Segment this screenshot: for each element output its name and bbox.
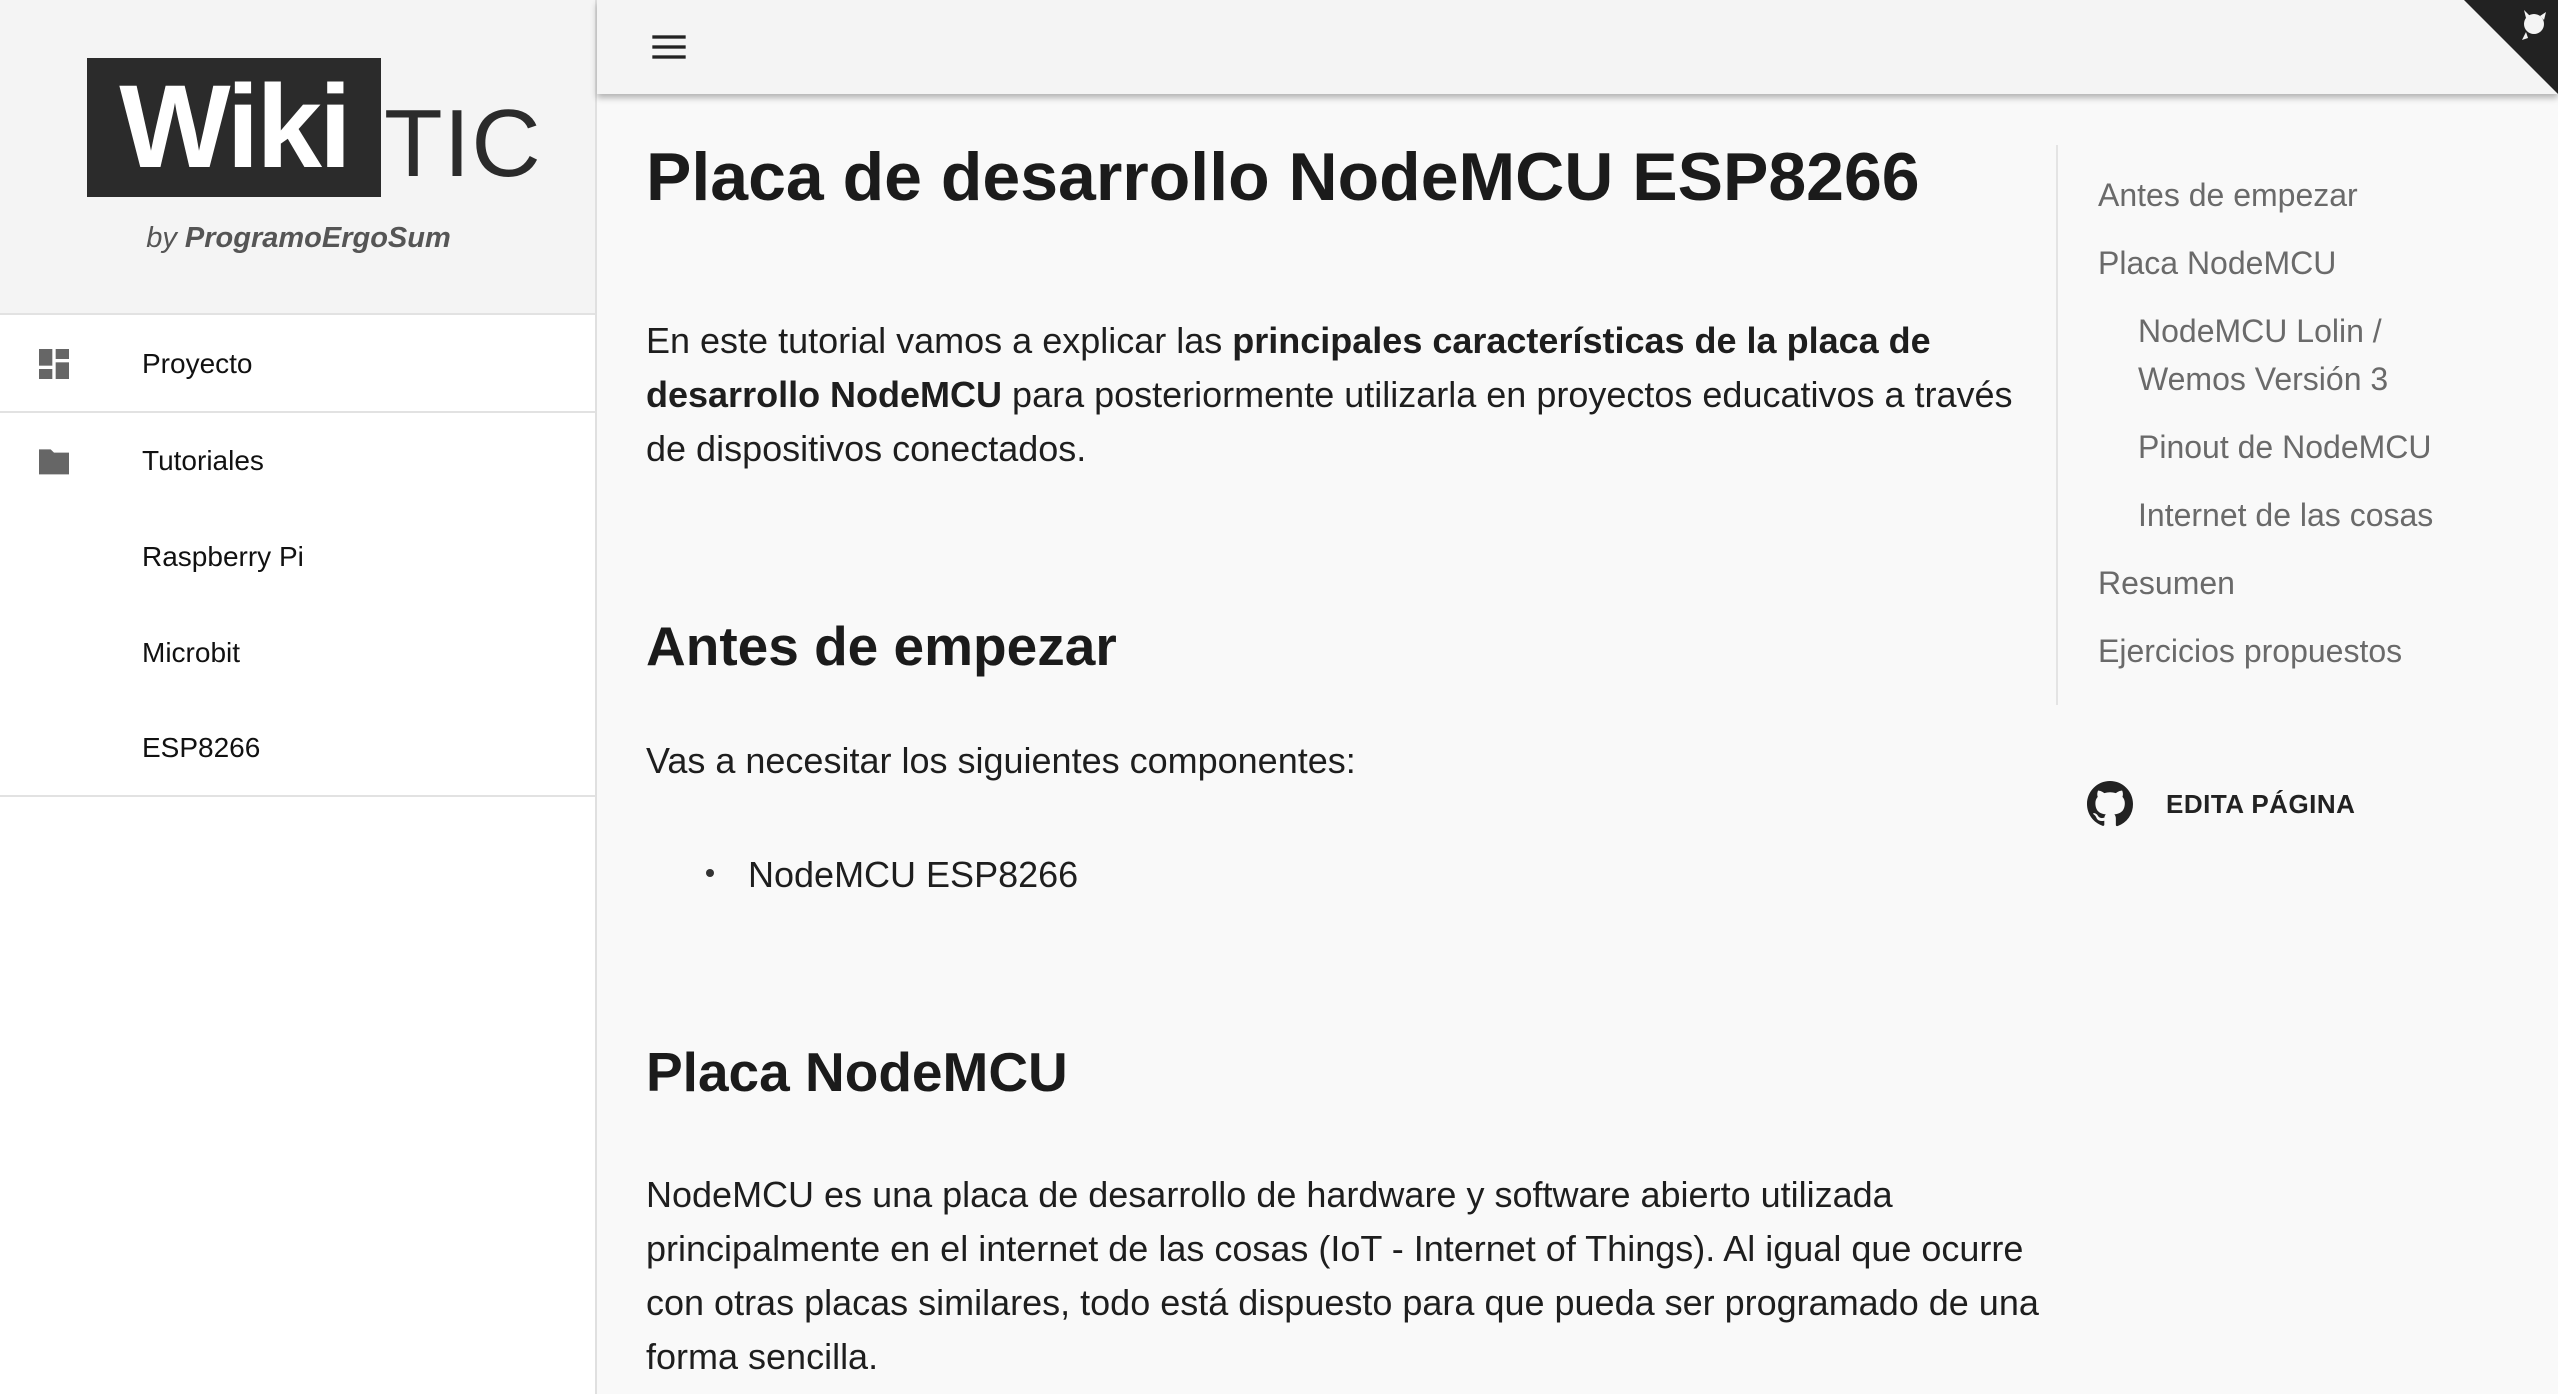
section-heading-antes: Antes de empezar	[646, 615, 1117, 677]
section-heading-placa: Placa NodeMCU	[646, 1041, 1068, 1103]
dashboard-icon	[39, 349, 69, 379]
intro-text-start: En este tutorial vamos a explicar las	[646, 320, 1233, 361]
sidebar-item-label: Microbit	[142, 637, 241, 668]
byline: by ProgramoErgoSum	[0, 222, 597, 255]
sidebar-item-label: Raspberry Pi	[142, 541, 304, 572]
toc-item-ejercicios[interactable]: Ejercicios propuestos	[2098, 627, 2402, 675]
edit-page-link[interactable]: EDITA PÁGINA	[2086, 780, 2355, 828]
sidebar-item-microbit[interactable]: Microbit	[0, 605, 595, 701]
byline-name: ProgramoErgoSum	[184, 222, 451, 254]
sidebar-item-label: Proyecto	[142, 348, 253, 379]
brand-header: Wiki TIC by ProgramoErgoSum	[0, 0, 595, 315]
logo-tic[interactable]: TIC	[384, 84, 542, 204]
sidebar-nav: Proyecto Tutoriales Raspberry Pi Microbi…	[0, 317, 595, 797]
toc-item-internet-cosas[interactable]: Internet de las cosas	[2138, 491, 2433, 539]
page-title: Placa de desarrollo NodeMCU ESP8266	[646, 139, 1920, 215]
github-corner-icon[interactable]	[2464, 0, 2558, 94]
hamburger-menu-icon[interactable]	[649, 27, 689, 67]
table-of-contents: Antes de empezar Placa NodeMCU NodeMCU L…	[2056, 145, 2516, 705]
logo-wiki[interactable]: Wiki	[87, 58, 381, 197]
top-bar	[597, 0, 2558, 94]
toc-item-placa-nodemcu[interactable]: Placa NodeMCU	[2098, 239, 2336, 287]
list-item-text: NodeMCU ESP8266	[748, 854, 1079, 895]
github-icon	[2087, 781, 2134, 827]
edit-page-label: EDITA PÁGINA	[2166, 788, 2356, 819]
toc-item-wemos-version[interactable]: Wemos Versión 3	[2138, 355, 2388, 403]
intro-paragraph: En este tutorial vamos a explicar las pr…	[646, 314, 2046, 476]
sidebar-item-raspberry-pi[interactable]: Raspberry Pi	[0, 509, 595, 605]
sidebar-item-proyecto[interactable]: Proyecto	[0, 317, 595, 413]
toc-item-resumen[interactable]: Resumen	[2098, 559, 2235, 607]
toc-item-pinout[interactable]: Pinout de NodeMCU	[2138, 423, 2431, 471]
list-item: NodeMCU ESP8266	[706, 854, 1078, 896]
sidebar-item-label: Tutoriales	[142, 445, 264, 476]
toc-item-nodemcu-lolin[interactable]: NodeMCU Lolin /	[2138, 307, 2382, 355]
sidebar-item-tutoriales[interactable]: Tutoriales	[0, 413, 595, 509]
folder-icon	[39, 449, 69, 475]
section-antes-text: Vas a necesitar los siguientes component…	[646, 740, 1356, 781]
sidebar: Wiki TIC by ProgramoErgoSum Proyecto Tut…	[0, 0, 597, 1394]
sidebar-item-esp8266[interactable]: ESP8266	[0, 701, 595, 797]
bullet-dot	[706, 869, 714, 878]
byline-prefix: by	[146, 222, 177, 254]
sidebar-item-label: ESP8266	[142, 732, 261, 763]
toc-item-antes-de-empezar[interactable]: Antes de empezar	[2098, 171, 2358, 219]
section-placa-text: NodeMCU es una placa de desarrollo de ha…	[646, 1174, 2039, 1377]
